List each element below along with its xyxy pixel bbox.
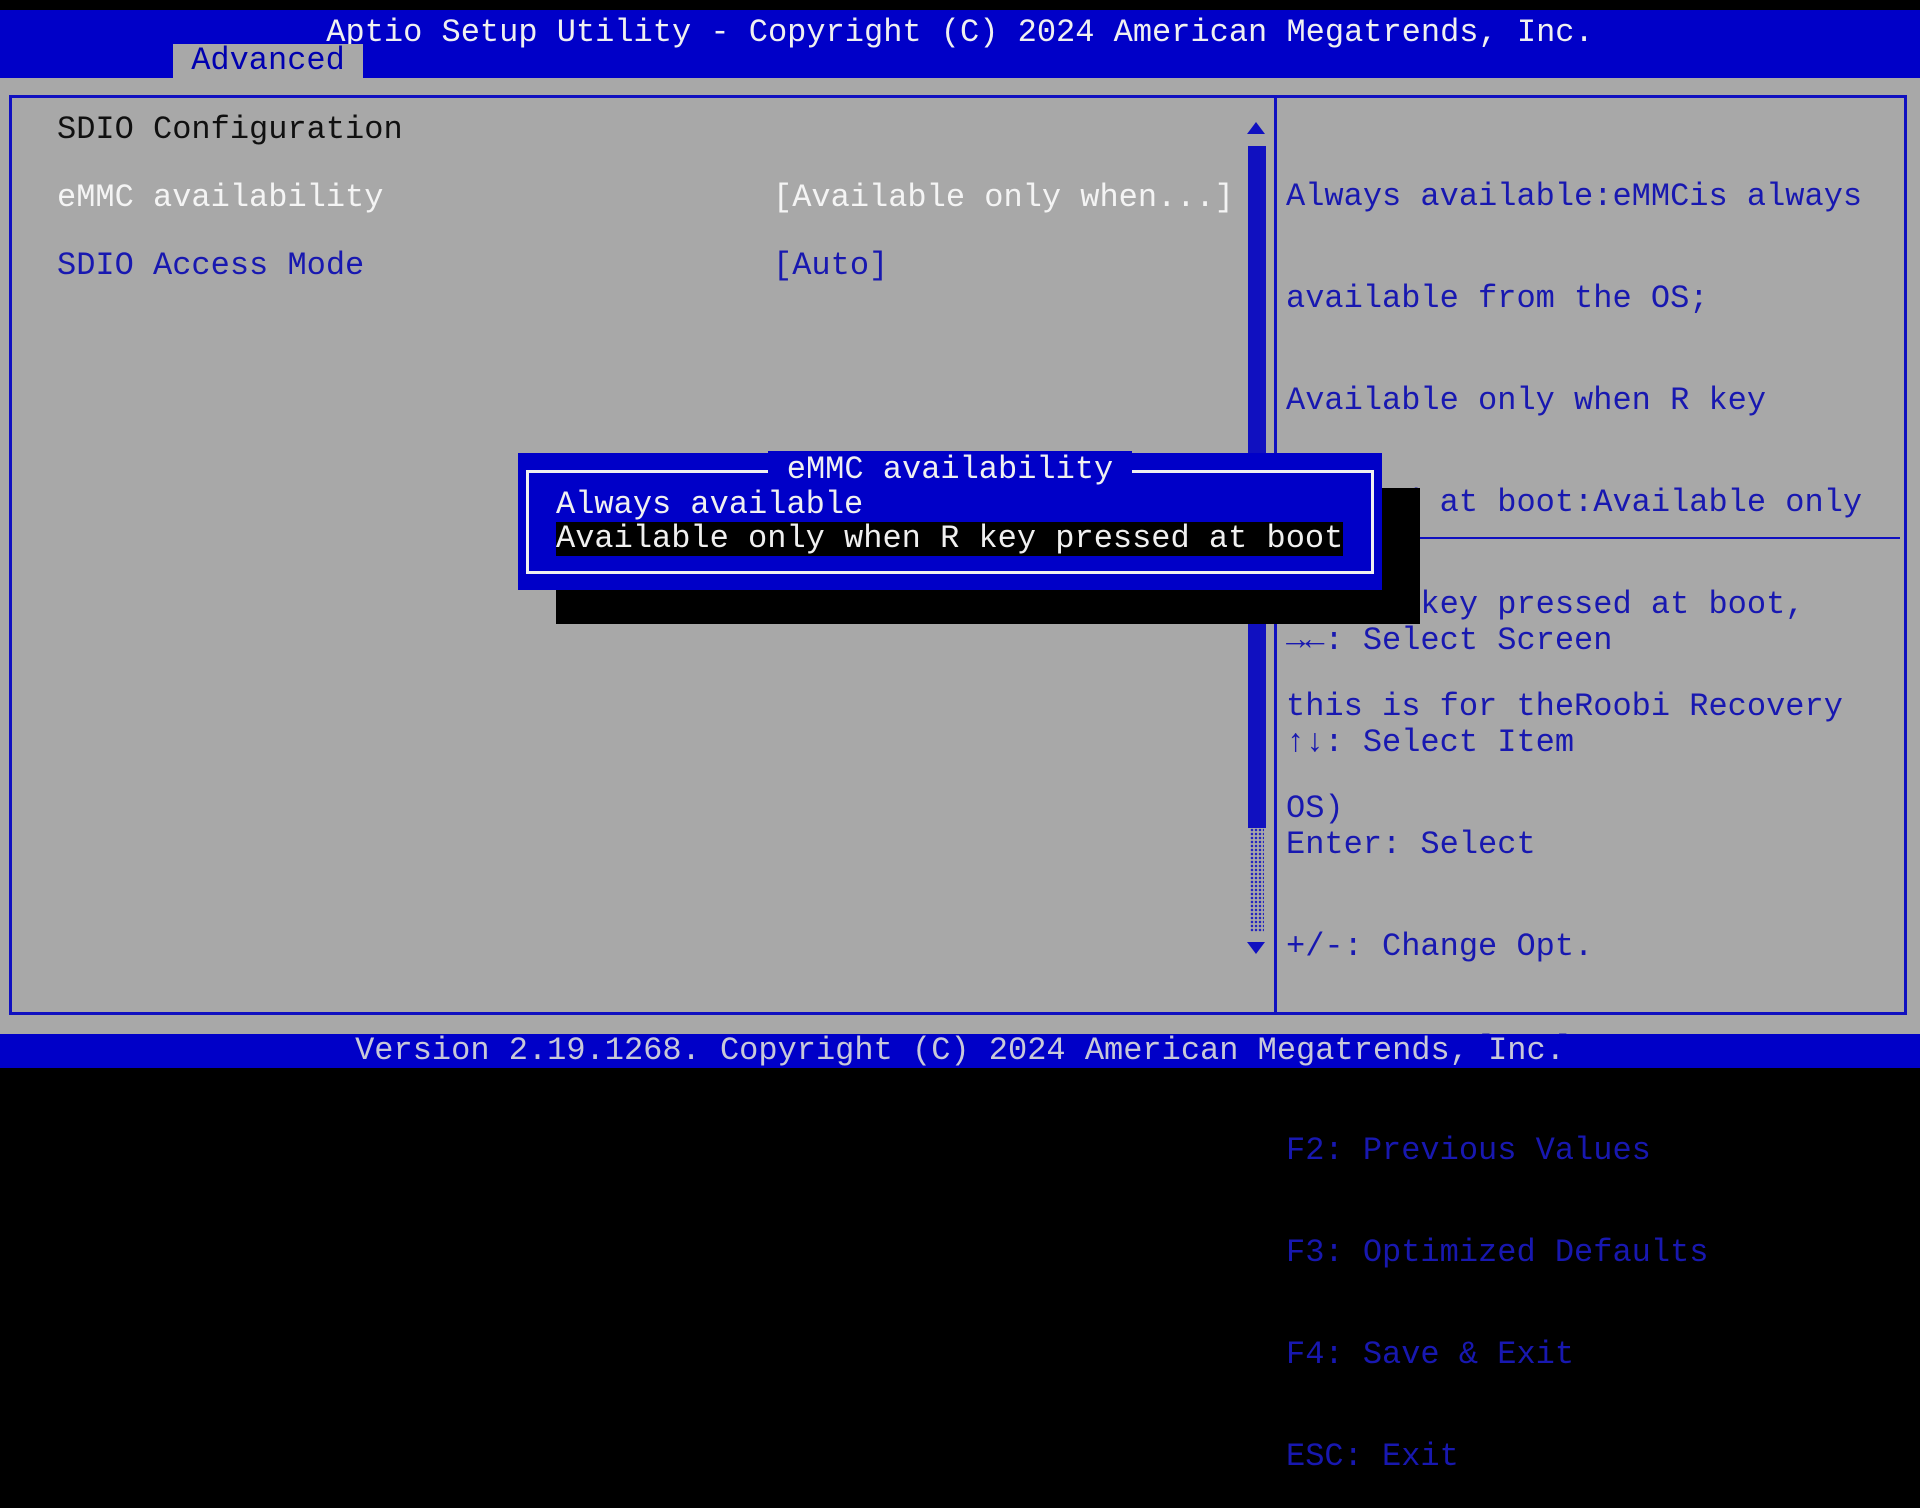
key-f3-optimized-defaults: F3: Optimized Defaults <box>1286 1234 1709 1271</box>
dialog-title-text: eMMC availability <box>767 451 1133 488</box>
key-f2-previous-values: F2: Previous Values <box>1286 1132 1651 1169</box>
key-change-opt: +/-: Change Opt. <box>1286 928 1594 965</box>
help-line: Always available:eMMCis always <box>1286 178 1863 215</box>
help-line: Available only when R key <box>1286 382 1767 419</box>
key-select-screen: →←: Select Screen <box>1286 622 1613 659</box>
option-dialog: eMMC availability Always available Avail… <box>518 451 1382 590</box>
key-esc-exit: ESC: Exit <box>1286 1438 1459 1475</box>
dialog-title: eMMC availability <box>518 451 1382 488</box>
section-title: SDIO Configuration <box>57 111 403 148</box>
setting-emmc-availability-label[interactable]: eMMC availability <box>57 181 383 215</box>
tab-advanced[interactable]: Advanced <box>173 44 363 78</box>
version-text: Version 2.19.1268. Copyright (C) 2024 Am… <box>355 1032 1565 1069</box>
scroll-up-arrow-icon[interactable] <box>1247 122 1265 134</box>
footer-bar: Version 2.19.1268. Copyright (C) 2024 Am… <box>0 1034 1920 1068</box>
help-line: available from the OS; <box>1286 280 1709 317</box>
scrollbar-track[interactable] <box>1250 828 1264 932</box>
key-select-item: ↑↓: Select Item <box>1286 724 1575 761</box>
setting-emmc-availability-value[interactable]: [Available only when...] <box>773 181 1234 215</box>
dialog-option-always-available[interactable]: Always available <box>556 488 863 522</box>
key-enter-select: Enter: Select <box>1286 826 1536 863</box>
key-f4-save-exit: F4: Save & Exit <box>1286 1336 1575 1373</box>
setting-sdio-access-mode-label[interactable]: SDIO Access Mode <box>57 249 364 283</box>
scroll-down-arrow-icon[interactable] <box>1247 942 1265 954</box>
setting-sdio-access-mode-value[interactable]: [Auto] <box>773 249 888 283</box>
title-bar: Aptio Setup Utility - Copyright (C) 2024… <box>0 10 1920 78</box>
dialog-option-r-key-boot[interactable]: Available only when R key pressed at boo… <box>556 522 1344 556</box>
